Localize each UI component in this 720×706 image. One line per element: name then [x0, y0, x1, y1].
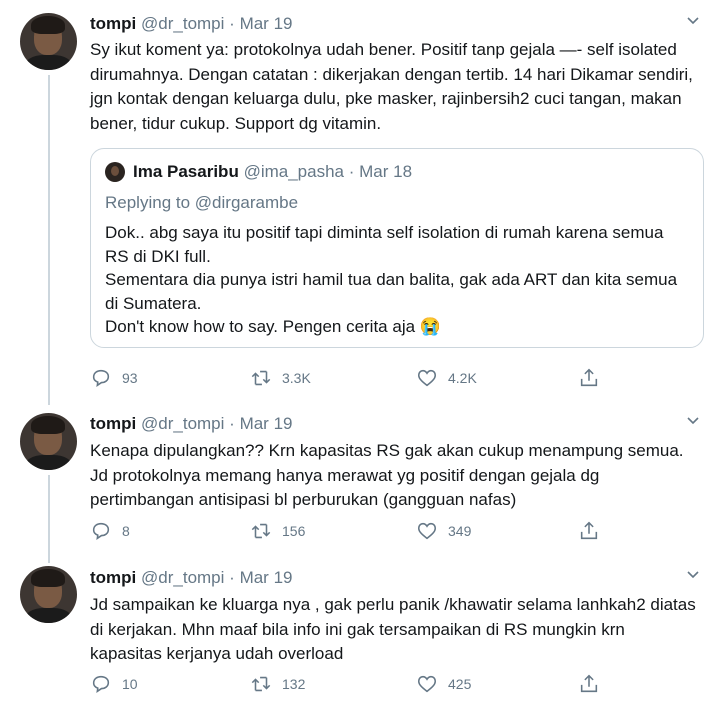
- share-button[interactable]: [578, 672, 610, 696]
- timestamp: Mar 18: [359, 162, 413, 181]
- avatar: [105, 162, 125, 182]
- handle[interactable]: @dr_tompi: [141, 414, 224, 433]
- replying-to-label: Replying to: [105, 193, 191, 212]
- tweet-actions: 10 132 425: [90, 672, 710, 696]
- like-button[interactable]: 425: [416, 672, 471, 696]
- timestamp[interactable]: Mar 19: [240, 568, 293, 587]
- tweet-header: tompi @dr_tompi · Mar 19: [90, 14, 292, 34]
- display-name[interactable]: tompi: [90, 414, 136, 433]
- display-name[interactable]: tompi: [90, 14, 136, 33]
- quoted-tweet-header: Ima Pasaribu @ima_pasha · Mar 18: [133, 162, 412, 182]
- share-icon: [580, 368, 598, 387]
- tweet[interactable]: tompi @dr_tompi · Mar 19 Sy ikut koment …: [0, 0, 720, 405]
- share-icon: [580, 521, 598, 540]
- avatar[interactable]: [20, 413, 77, 470]
- tweet-actions: 8 156 349: [90, 519, 710, 543]
- replying-to: Replying to @dirgarambe: [105, 193, 298, 213]
- reply-count: 10: [122, 676, 138, 692]
- like-button[interactable]: 349: [416, 519, 471, 543]
- separator-dot: ·: [229, 568, 235, 587]
- heart-icon: [417, 369, 437, 387]
- timestamp[interactable]: Mar 19: [240, 414, 293, 433]
- reply-icon: [92, 522, 110, 540]
- share-button[interactable]: [578, 519, 610, 543]
- quoted-tweet-text: Dok.. abg saya itu positif tapi diminta …: [105, 223, 678, 336]
- mention-link[interactable]: @dirgarambe: [195, 193, 298, 212]
- tweet-text: Sy ikut koment ya: protokolnya udah bene…: [90, 40, 693, 133]
- tweet-text: Kenapa dipulangkan?? Krn kapasitas RS ga…: [90, 441, 684, 509]
- tweet-text: Jd sampaikan ke kluarga nya , gak perlu …: [90, 595, 696, 663]
- handle[interactable]: @dr_tompi: [141, 14, 224, 33]
- avatar[interactable]: [20, 13, 77, 70]
- retweet-icon: [251, 676, 271, 692]
- reply-icon: [92, 369, 110, 387]
- heart-icon: [417, 675, 437, 693]
- retweet-button[interactable]: 3.3K: [250, 366, 311, 390]
- timestamp[interactable]: Mar 19: [240, 14, 293, 33]
- like-count: 349: [448, 523, 472, 539]
- handle: @ima_pasha: [243, 162, 344, 181]
- reply-icon: [92, 675, 110, 693]
- separator-dot: ·: [229, 414, 235, 433]
- tweet-actions: 93 3.3K 4.2K: [90, 366, 710, 390]
- reply-button[interactable]: 8: [90, 519, 130, 543]
- heart-icon: [417, 522, 437, 540]
- handle[interactable]: @dr_tompi: [141, 568, 224, 587]
- tweet-header: tompi @dr_tompi · Mar 19: [90, 414, 292, 434]
- reply-count: 93: [122, 370, 138, 386]
- tweet[interactable]: tompi @dr_tompi · Mar 19 Kenapa dipulang…: [0, 405, 720, 560]
- reply-button[interactable]: 93: [90, 366, 138, 390]
- like-button[interactable]: 4.2K: [416, 366, 477, 390]
- share-button[interactable]: [578, 366, 610, 390]
- retweet-icon: [251, 523, 271, 539]
- retweet-button[interactable]: 132: [250, 672, 305, 696]
- retweet-count: 156: [282, 523, 306, 539]
- display-name[interactable]: tompi: [90, 568, 136, 587]
- separator-dot: ·: [348, 162, 355, 181]
- retweet-count: 132: [282, 676, 306, 692]
- like-count: 425: [448, 676, 472, 692]
- tweet[interactable]: tompi @dr_tompi · Mar 19 Jd sampaikan ke…: [0, 560, 720, 706]
- share-icon: [580, 674, 598, 693]
- like-count: 4.2K: [448, 370, 477, 386]
- chevron-down-icon[interactable]: [686, 414, 700, 428]
- chevron-down-icon[interactable]: [686, 568, 700, 582]
- retweet-icon: [251, 370, 271, 386]
- avatar[interactable]: [20, 566, 77, 623]
- quoted-tweet[interactable]: Ima Pasaribu @ima_pasha · Mar 18 Replyin…: [90, 148, 704, 348]
- reply-button[interactable]: 10: [90, 672, 138, 696]
- display-name: Ima Pasaribu: [133, 162, 239, 181]
- chevron-down-icon[interactable]: [686, 14, 700, 28]
- retweet-count: 3.3K: [282, 370, 311, 386]
- tweet-header: tompi @dr_tompi · Mar 19: [90, 568, 292, 588]
- retweet-button[interactable]: 156: [250, 519, 305, 543]
- reply-count: 8: [122, 523, 130, 539]
- separator-dot: ·: [229, 14, 235, 33]
